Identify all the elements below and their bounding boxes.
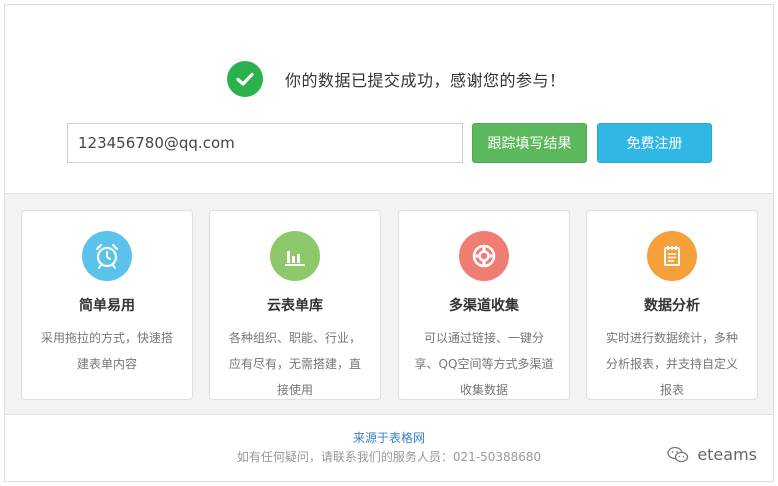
wechat-icon [667, 446, 689, 464]
page-frame: 你的数据已提交成功，感谢您的参与！ 跟踪填写结果 免费注册 简单易用 采用拖拉的… [4, 4, 774, 482]
source-link[interactable]: 来源于表格网 [5, 429, 773, 446]
feature-card-easy: 简单易用 采用拖拉的方式，快速搭建表单内容 [21, 210, 193, 400]
brand-name: eteams [697, 445, 757, 464]
email-field[interactable] [67, 123, 463, 163]
bar-chart-icon [270, 231, 320, 281]
feature-title: 数据分析 [644, 298, 700, 314]
track-results-button[interactable]: 跟踪填写结果 [472, 123, 587, 163]
lifebuoy-icon [459, 231, 509, 281]
feature-card-library: 云表单库 各种组织、职能、行业，应有尽有，无需搭建，直接使用 [209, 210, 381, 400]
feature-card-channels: 多渠道收集 可以通过链接、一键分享、QQ空间等方式多渠道收集数据 [398, 210, 570, 400]
brand-watermark: eteams [667, 445, 757, 464]
free-register-button[interactable]: 免费注册 [597, 123, 712, 163]
feature-desc: 实时进行数据统计，多种分析报表，并支持自定义报表 [605, 331, 738, 397]
notepad-icon [647, 231, 697, 281]
features-section: 简单易用 采用拖拉的方式，快速搭建表单内容 云表单库 各种组织、职能、行业，应有… [5, 193, 773, 415]
feature-title: 多渠道收集 [449, 298, 519, 314]
feature-desc: 各种组织、职能、行业，应有尽有，无需搭建，直接使用 [228, 331, 361, 397]
success-row: 你的数据已提交成功，感谢您的参与！ [227, 61, 566, 97]
success-message: 你的数据已提交成功，感谢您的参与！ [285, 71, 566, 90]
feature-desc: 可以通过链接、一键分享、QQ空间等方式多渠道收集数据 [414, 331, 554, 397]
feature-desc: 采用拖拉的方式，快速搭建表单内容 [40, 331, 173, 371]
feature-card-analysis: 数据分析 实时进行数据统计，多种分析报表，并支持自定义报表 [586, 210, 758, 400]
check-circle-icon [227, 61, 263, 97]
feature-title: 简单易用 [79, 298, 135, 314]
feature-title: 云表单库 [267, 298, 323, 314]
contact-info: 如有任何疑问，请联系我们的服务人员：021-50388680 [236, 450, 542, 464]
alarm-clock-icon [82, 231, 132, 281]
